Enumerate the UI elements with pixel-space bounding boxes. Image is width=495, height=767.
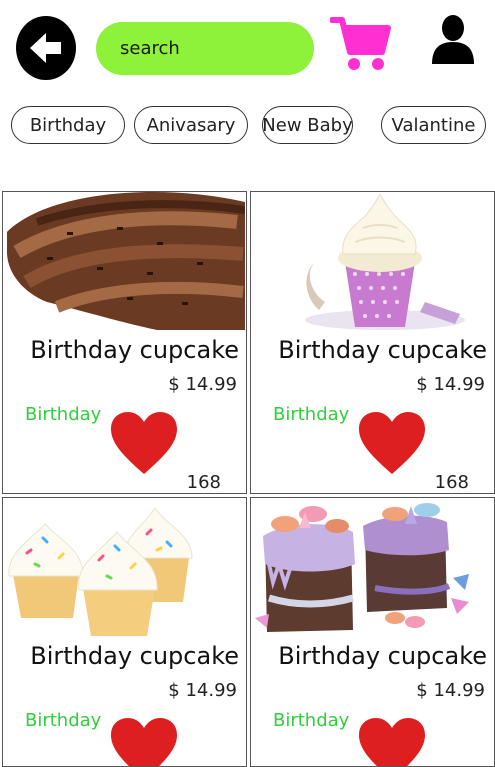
product-card[interactable]: Birthday cupcake $ 14.99 Birthday 168 xyxy=(2,191,247,494)
product-price: $ 14.99 xyxy=(416,680,485,701)
category-chip-new-baby[interactable]: New Baby xyxy=(262,106,353,144)
pink-polka-dot-cupcake-image xyxy=(255,192,493,330)
product-title: Birthday cupcake xyxy=(278,336,487,364)
heart-icon[interactable] xyxy=(359,718,425,767)
heart-icon[interactable] xyxy=(359,412,425,478)
like-count: 168 xyxy=(434,472,469,493)
top-bar xyxy=(0,0,495,95)
product-grid: Birthday cupcake $ 14.99 Birthday 168 Bi… xyxy=(2,191,495,767)
arrow-left-icon xyxy=(30,33,61,63)
product-price: $ 14.99 xyxy=(168,374,237,395)
like-count: 168 xyxy=(186,472,221,493)
product-title: Birthday cupcake xyxy=(30,642,239,670)
category-bar: Birthday Anivasary New Baby Valantine xyxy=(0,106,495,146)
product-category: Birthday xyxy=(273,710,350,731)
decorated-macaron-cakes-image xyxy=(255,498,493,636)
product-title: Birthday cupcake xyxy=(278,642,487,670)
back-button[interactable] xyxy=(16,16,76,80)
heart-icon[interactable] xyxy=(111,412,177,478)
category-chip-anivasary[interactable]: Anivasary xyxy=(134,106,248,144)
product-title: Birthday cupcake xyxy=(30,336,239,364)
user-icon[interactable] xyxy=(430,14,476,66)
product-category: Birthday xyxy=(25,710,102,731)
heart-icon[interactable] xyxy=(111,718,177,767)
category-chip-valantine[interactable]: Valantine xyxy=(381,106,486,144)
category-chip-birthday[interactable]: Birthday xyxy=(11,106,125,144)
product-price: $ 14.99 xyxy=(416,374,485,395)
product-card[interactable]: Birthday cupcake $ 14.99 Birthday xyxy=(2,497,247,767)
sprinkle-vanilla-cupcakes-image xyxy=(7,498,245,636)
shopping-cart-icon[interactable] xyxy=(330,14,392,74)
search-input[interactable] xyxy=(96,22,314,75)
product-card[interactable]: Birthday cupcake $ 14.99 Birthday xyxy=(250,497,495,767)
chocolate-frosting-cupcake-image xyxy=(7,192,245,330)
product-category: Birthday xyxy=(273,404,350,425)
product-card[interactable]: Birthday cupcake $ 14.99 Birthday 168 xyxy=(250,191,495,494)
product-price: $ 14.99 xyxy=(168,680,237,701)
product-category: Birthday xyxy=(25,404,102,425)
